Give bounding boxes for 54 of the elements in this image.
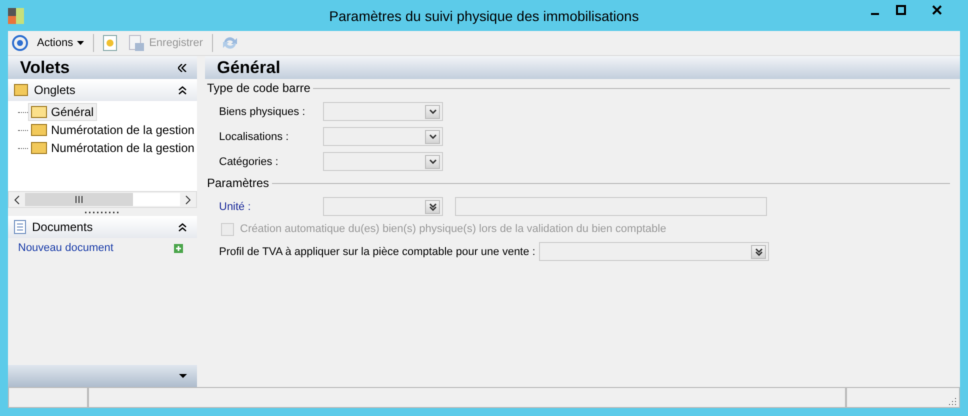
minimize-icon	[871, 13, 879, 15]
chevron-icon[interactable]	[178, 222, 187, 232]
section-header[interactable]: Documents	[8, 216, 197, 238]
double-chevron-icon	[428, 202, 436, 210]
group-title: Paramètres	[207, 176, 270, 190]
document-icon	[14, 220, 26, 234]
window-title: Paramètres du suivi physique des immobilisations	[328, 8, 640, 24]
chevron-icon[interactable]	[178, 86, 187, 94]
new-document-link[interactable]: Nouveau document	[18, 242, 114, 254]
grip-icon	[75, 196, 83, 203]
splitter-grip-icon[interactable]	[84, 210, 120, 214]
app-icon	[8, 8, 24, 24]
dropdown-field[interactable]	[323, 152, 443, 171]
add-icon[interactable]	[174, 244, 183, 252]
field-label: Localisations :	[219, 130, 290, 142]
dropdown-icon	[179, 374, 187, 378]
double-chevron-icon	[754, 248, 763, 256]
dropdown-field[interactable]	[323, 197, 443, 216]
group-title: Type de code barre	[207, 81, 310, 95]
field-label: Biens physiques :	[219, 106, 306, 118]
maximize-icon	[896, 5, 906, 15]
dropdown-field[interactable]	[323, 102, 443, 121]
caret-icon	[77, 41, 84, 45]
resize-grip-icon[interactable]	[949, 397, 957, 405]
section-title: Onglets	[34, 83, 76, 97]
dropdown-field[interactable]	[323, 127, 443, 146]
tree-item[interactable]: Numérotation de la gestion	[28, 121, 198, 139]
checkbox-label: Création automatique du(es) bien(s) physique(s) lors de la validation du bien comptable	[240, 223, 666, 235]
folder-icon	[31, 124, 47, 136]
chevron-down-icon	[428, 109, 436, 114]
tree-item[interactable]: Numérotation de la gestion	[28, 139, 198, 157]
folder-icon	[14, 84, 28, 96]
horizontal-scrollbar[interactable]	[8, 191, 197, 208]
field-label: Unité :	[219, 200, 252, 212]
section-title: Documents	[32, 220, 93, 234]
scroll-thumb[interactable]	[25, 193, 133, 206]
actions-menu[interactable]: Actions	[34, 35, 88, 51]
text-field[interactable]	[455, 197, 767, 216]
refresh-icon	[222, 35, 238, 51]
folder-icon	[31, 106, 47, 118]
close-icon	[932, 5, 942, 15]
save-document-icon	[129, 35, 146, 51]
field-label: Profil de TVA à appliquer sur la pièce comptable pour une vente :	[219, 246, 536, 258]
target-icon[interactable]	[12, 35, 28, 51]
chevron-down-icon	[428, 134, 436, 139]
tree-item[interactable]: Général	[28, 103, 97, 121]
panel-title: Général	[217, 58, 280, 78]
field-label: Catégories :	[219, 156, 280, 168]
dropdown-field[interactable]	[539, 242, 770, 261]
folder-icon	[31, 142, 47, 154]
collapse-icon[interactable]	[178, 64, 187, 72]
panel-title: Volets	[20, 58, 70, 78]
chevron-down-icon	[428, 159, 436, 164]
section-header[interactable]: Onglets	[8, 79, 197, 101]
